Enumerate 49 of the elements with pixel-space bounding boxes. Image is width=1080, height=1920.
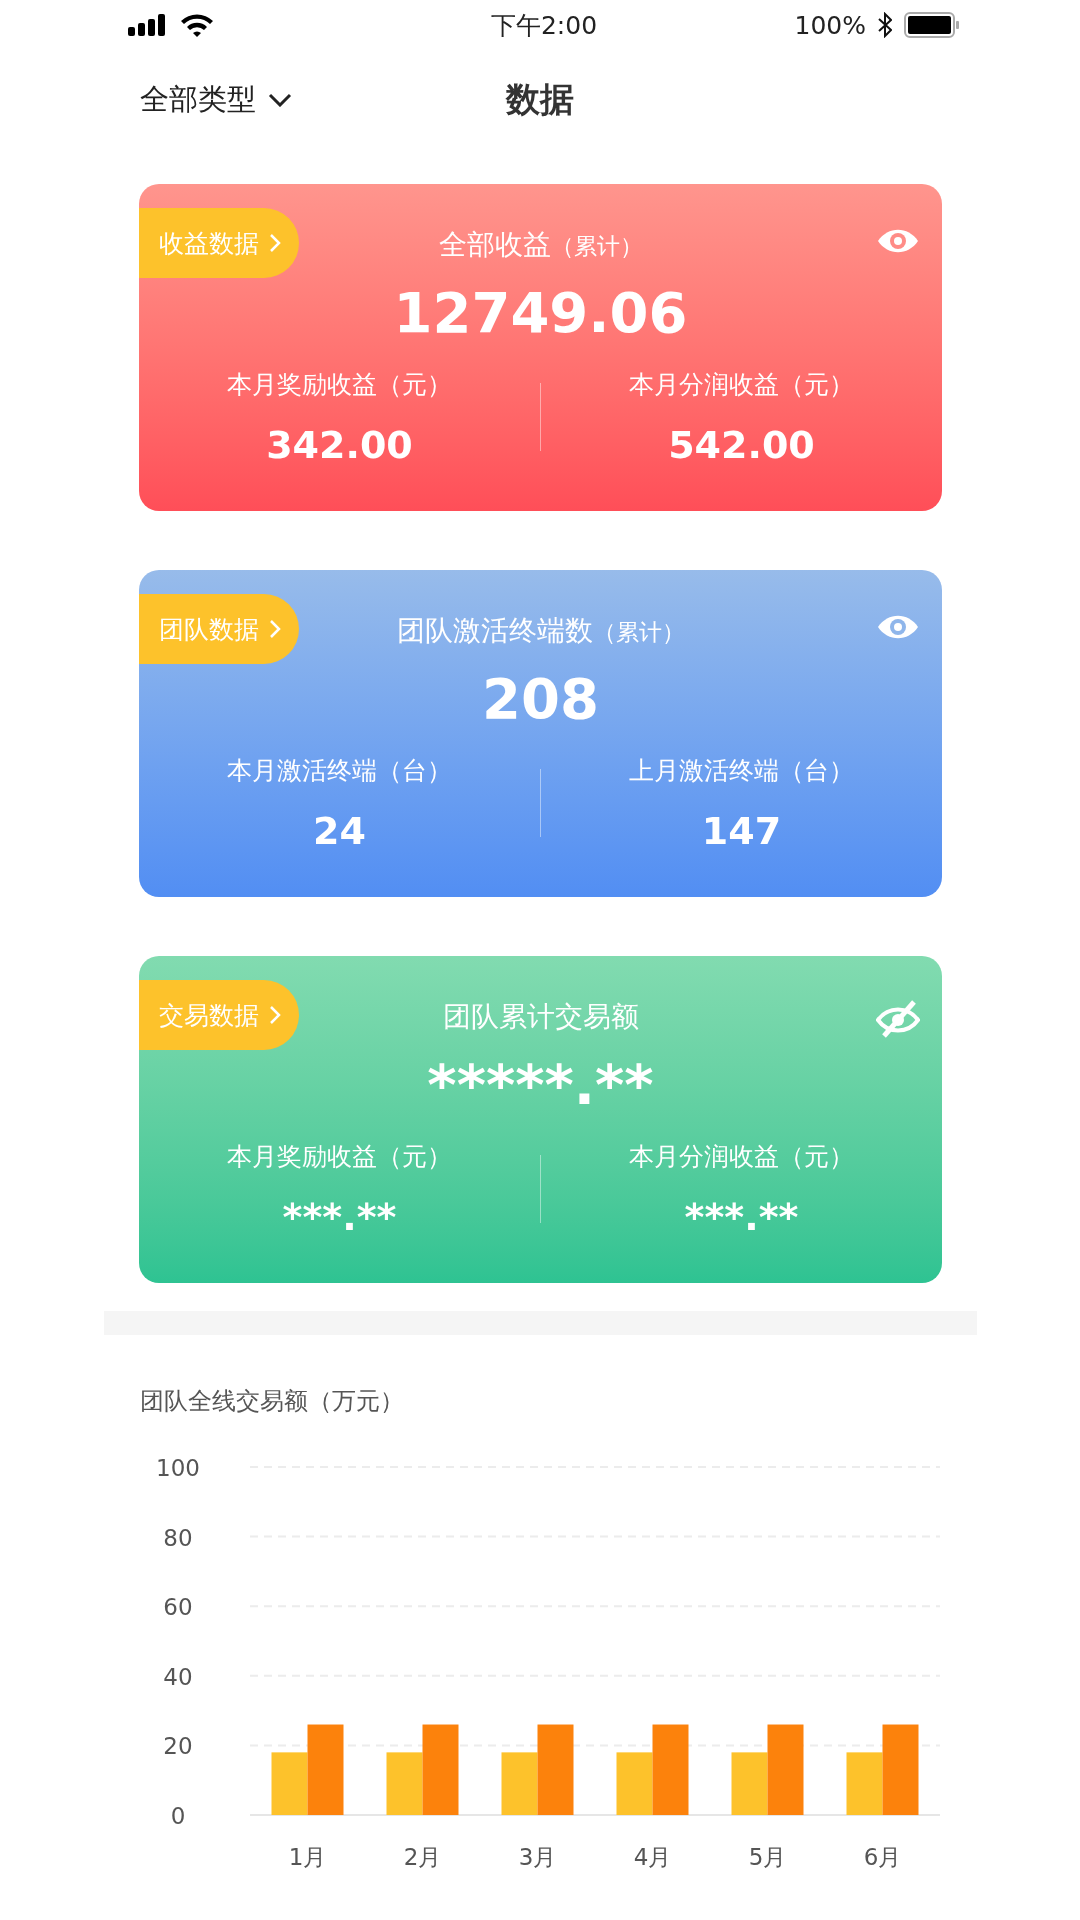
total-value: 208 [482,668,599,730]
signal-icon [128,14,168,36]
total-value: 12749.06 [393,282,688,344]
category-tag[interactable]: 交易数据 [139,980,299,1050]
page-title: 数据 [506,78,574,121]
chevron-right-icon [269,233,281,253]
card-note: （累计） [550,232,643,261]
y-axis-label: 20 [163,1733,193,1760]
x-axis-label: 3月 [518,1844,557,1870]
status-time: 下午2:00 [490,9,598,42]
stat-label: 本月奖励收益（元） [227,1140,452,1173]
bluetooth-icon [878,12,892,38]
x-axis-label: 6月 [863,1844,902,1870]
stat-value: 542.00 [668,422,815,467]
chevron-right-icon [269,1005,281,1025]
category-tag[interactable]: 收益数据 [139,208,299,278]
stat-value: 24 [313,808,366,853]
stat-label: 本月分润收益（元） [629,1140,854,1173]
wifi-icon [180,12,214,38]
type-filter-dropdown[interactable]: 全部类型 [140,80,292,120]
chart-title: 团队全线交易额（万元） [140,1386,405,1417]
stat-value: ***.** [282,1194,397,1239]
stat-label: 上月激活终端（台） [629,754,854,787]
x-axis-label: 5月 [748,1844,787,1870]
card-title: 团队激活终端数 [396,613,593,649]
eye-slash-icon[interactable] [876,998,920,1038]
y-axis-label: 80 [163,1524,193,1551]
x-axis-label: 2月 [403,1844,442,1870]
total-value: *****.** [427,1054,654,1116]
x-axis-label: 1月 [288,1844,327,1870]
stat-label: 本月奖励收益（元） [227,368,452,401]
y-axis-label: 0 [170,1803,186,1829]
card-title: 团队累计交易额 [442,999,639,1035]
stat-value: 342.00 [266,422,413,467]
card-note: （累计） [592,618,685,647]
stat-value: 147 [701,808,782,853]
y-axis-label: 100 [156,1455,200,1481]
stat-label: 本月激活终端（台） [227,754,452,787]
battery-percent: 100% [794,10,866,40]
battery-icon [904,12,960,38]
chevron-down-icon [268,93,292,107]
chevron-right-icon [269,619,281,639]
card-title: 全部收益 [438,227,551,263]
stat-value: ***.** [684,1194,799,1239]
y-axis-label: 60 [163,1594,193,1621]
stat-label: 本月分润收益（元） [629,368,854,401]
x-axis-label: 4月 [633,1844,672,1870]
y-axis-label: 40 [163,1663,193,1690]
category-tag[interactable]: 团队数据 [139,594,299,664]
